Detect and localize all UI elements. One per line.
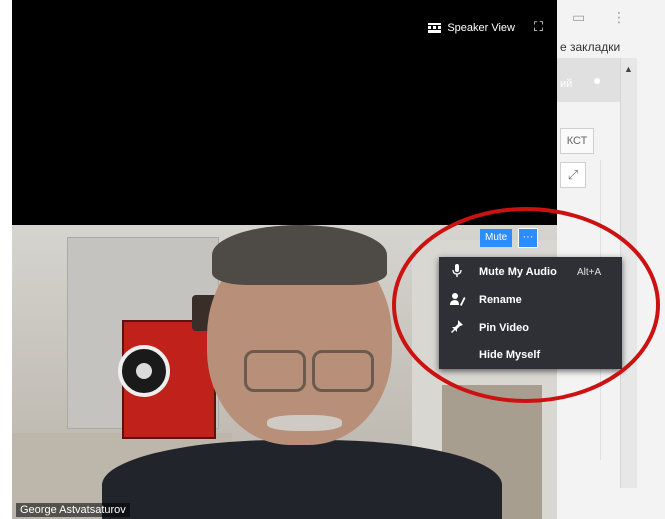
participant-name-label: George Astvatsaturov: [16, 503, 130, 517]
browser-menu-icon[interactable]: ⋮: [612, 10, 626, 26]
microphone-icon: [450, 263, 464, 281]
person-icon: ●: [593, 72, 602, 88]
menu-item-rename[interactable]: Rename: [439, 288, 622, 312]
menu-item-mute-my-audio[interactable]: Mute My Audio Alt+A: [439, 260, 622, 284]
bookmarks-bar-text: е закладки: [560, 40, 621, 54]
participant-glasses-right: [312, 350, 374, 392]
more-options-button[interactable]: ···: [518, 228, 538, 248]
participant-shirt: [102, 440, 502, 519]
browser-text-button[interactable]: КСТ: [560, 128, 594, 154]
participant-glasses-left: [244, 350, 306, 392]
menu-item-label: Hide Myself: [479, 349, 541, 361]
browser-scrollbar[interactable]: [620, 58, 637, 488]
menu-item-hide-myself[interactable]: Hide Myself: [439, 343, 622, 367]
menu-item-label: Rename: [479, 294, 522, 306]
participant-context-menu: Mute My Audio Alt+A Rename Pin Video Hid…: [439, 257, 622, 369]
scroll-up-arrow-icon[interactable]: ▲: [624, 64, 633, 74]
video-camera-icon: ▭: [572, 10, 586, 26]
shortcut-label: Alt+A: [577, 266, 602, 278]
participant-hair: [212, 225, 387, 285]
browser-tab-text: ий: [560, 78, 573, 90]
fullscreen-icon[interactable]: ⛶: [534, 19, 543, 35]
menu-item-pin-video[interactable]: Pin Video: [439, 316, 622, 340]
speaker-view-icon: [428, 23, 442, 33]
top-video-area: Speaker View ⛶: [12, 0, 557, 225]
participant-mustache: [267, 415, 342, 431]
pin-icon: [450, 319, 464, 337]
speaker-view-button[interactable]: Speaker View: [428, 22, 515, 34]
menu-item-label: Pin Video: [479, 322, 529, 334]
speaker-view-label: Speaker View: [447, 22, 515, 34]
mute-button[interactable]: Mute: [480, 229, 513, 247]
rename-icon: [450, 292, 466, 309]
expand-icon[interactable]: ⤢: [560, 162, 586, 188]
background-fan-hub: [136, 363, 152, 379]
menu-item-label: Mute My Audio: [479, 266, 557, 278]
